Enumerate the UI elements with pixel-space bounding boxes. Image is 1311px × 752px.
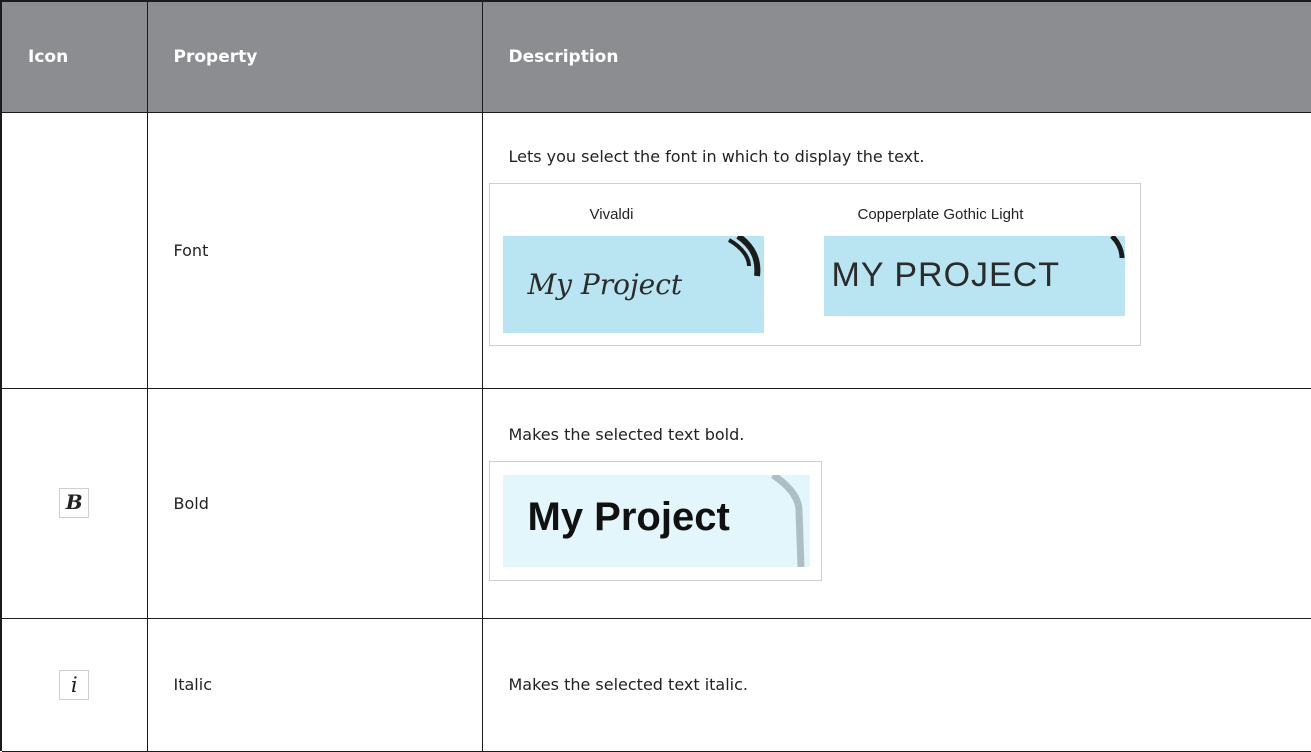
vivaldi-swatch: My Project	[502, 235, 764, 333]
property-table-container: Icon Property Description Font Lets you …	[0, 0, 1311, 752]
description-cell-font: Lets you select the font in which to dis…	[482, 112, 1311, 389]
property-bold: Bold	[147, 388, 483, 619]
italic-icon[interactable]: i	[59, 669, 90, 700]
header-description: Description	[482, 2, 1311, 113]
copperplate-swatch: MY PROJECT	[823, 235, 1125, 316]
description-cell-italic: Makes the selected text italic.	[482, 618, 1311, 752]
table-row-italic: i Italic Makes the selected text italic.	[2, 618, 1311, 752]
header-icon: Icon	[2, 2, 148, 113]
vivaldi-sample-text: My Project	[527, 267, 683, 301]
italic-icon-glyph: i	[70, 672, 78, 697]
property-table: Icon Property Description Font Lets you …	[2, 2, 1311, 752]
bold-icon[interactable]: B	[59, 488, 90, 518]
bold-swatch: My Project	[502, 474, 810, 567]
description-font: Lets you select the font in which to dis…	[508, 146, 925, 166]
sample-label-vivaldi: Vivaldi	[589, 205, 634, 223]
header-property: Property	[147, 2, 483, 113]
property-italic: Italic	[147, 618, 483, 752]
property-font: Font	[147, 112, 483, 389]
description-cell-bold: Makes the selected text bold. My Project	[482, 388, 1311, 619]
table-row-bold: B Bold Makes the selected text bold. My …	[2, 388, 1311, 619]
bold-icon-glyph: B	[65, 490, 83, 514]
icon-cell-empty	[2, 112, 148, 389]
description-bold: Makes the selected text bold.	[508, 424, 745, 444]
copperplate-sample-text: MY PROJECT	[831, 255, 1061, 294]
font-sample-image: Vivaldi My Project Copperplate Gothic Li…	[488, 182, 1141, 346]
table-header-row: Icon Property Description	[2, 2, 1311, 113]
table-row-font: Font Lets you select the font in which t…	[2, 112, 1311, 389]
bold-sample-text: My Project	[527, 494, 730, 539]
icon-cell-italic: i	[2, 618, 148, 752]
bold-sample-image: My Project	[488, 460, 822, 581]
description-italic: Makes the selected text italic.	[508, 675, 749, 694]
icon-cell-bold: B	[2, 388, 148, 619]
sample-label-copperplate: Copperplate Gothic Light	[857, 205, 1024, 223]
